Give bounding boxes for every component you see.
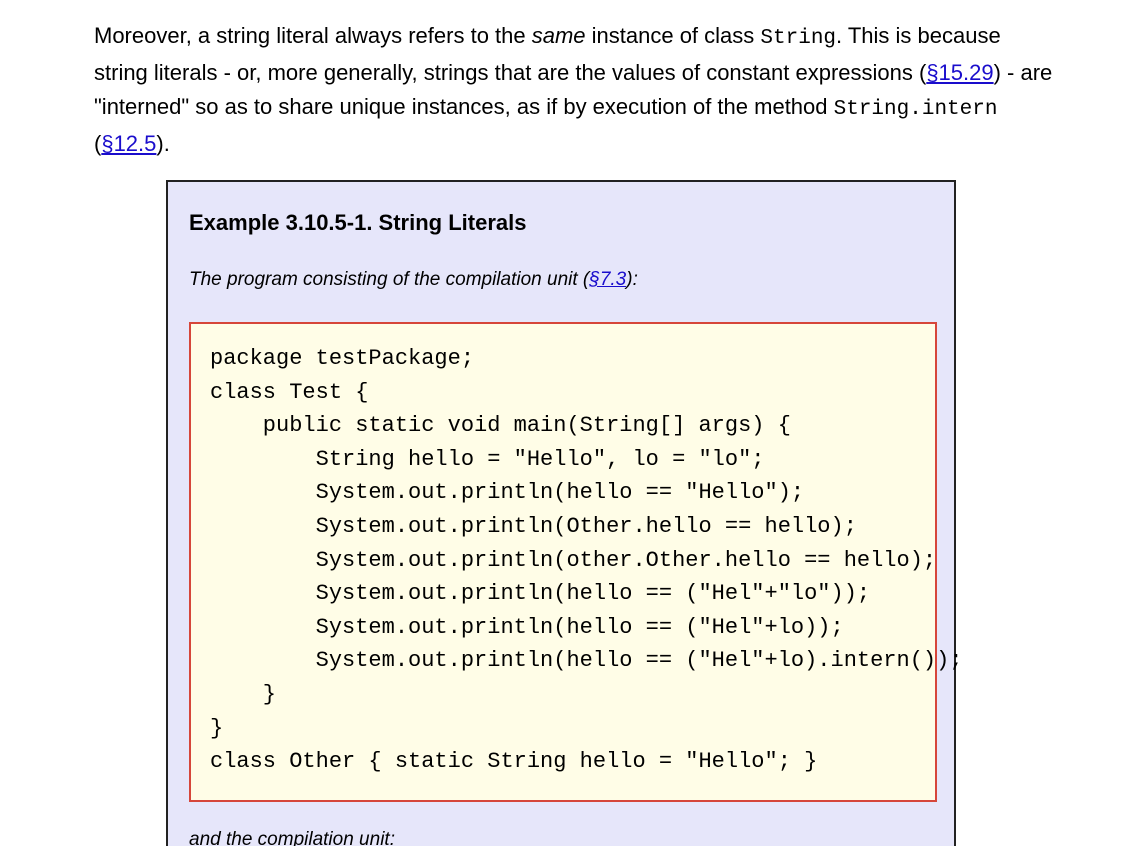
intro-text: Moreover, a string literal always refers…: [94, 23, 532, 48]
example-title: Example 3.10.5-1. String Literals: [189, 210, 527, 235]
example-intro-text: The program consisting of the compilatio…: [189, 269, 590, 290]
link-section-12-5[interactable]: §12.5: [101, 131, 156, 156]
example-intro: The program consisting of the compilatio…: [189, 268, 638, 292]
intro-emphasis: same: [531, 23, 586, 48]
code-line: System.out.println(hello == ("Hel"+lo));: [210, 614, 844, 640]
code-listing: package testPackage; class Test { public …: [210, 342, 963, 779]
intro-text: instance of class: [585, 23, 761, 48]
example-outro: and the compilation unit:: [189, 829, 395, 846]
code-line: System.out.println(Other.hello == hello)…: [210, 513, 857, 539]
example-intro-end: ):: [626, 269, 638, 290]
code-line: }: [210, 681, 277, 707]
inline-code-string: String: [760, 27, 837, 50]
intro-text: ).: [156, 131, 170, 156]
code-line: System.out.println(hello == ("Hel"+lo).i…: [210, 648, 963, 674]
code-line: System.out.println(hello == "Hello");: [210, 480, 805, 506]
code-line: class Other { static String hello = "Hel…: [210, 749, 818, 775]
code-line: System.out.println(hello == ("Hel"+"lo")…: [210, 581, 871, 607]
code-line: class Test {: [210, 379, 369, 405]
inline-code-string-intern: String.intern: [833, 98, 998, 121]
link-section-7-3[interactable]: §7.3: [589, 269, 626, 290]
code-line: public static void main(String[] args) {: [210, 413, 791, 439]
code-line: }: [210, 715, 224, 741]
code-line: String hello = "Hello", lo = "lo";: [210, 446, 765, 472]
code-line: System.out.println(other.Other.hello == …: [210, 547, 937, 573]
code-line: package testPackage;: [210, 346, 475, 371]
intro-paragraph: Moreover, a string literal always refers…: [94, 19, 1054, 161]
link-section-15-29[interactable]: §15.29: [926, 60, 993, 85]
